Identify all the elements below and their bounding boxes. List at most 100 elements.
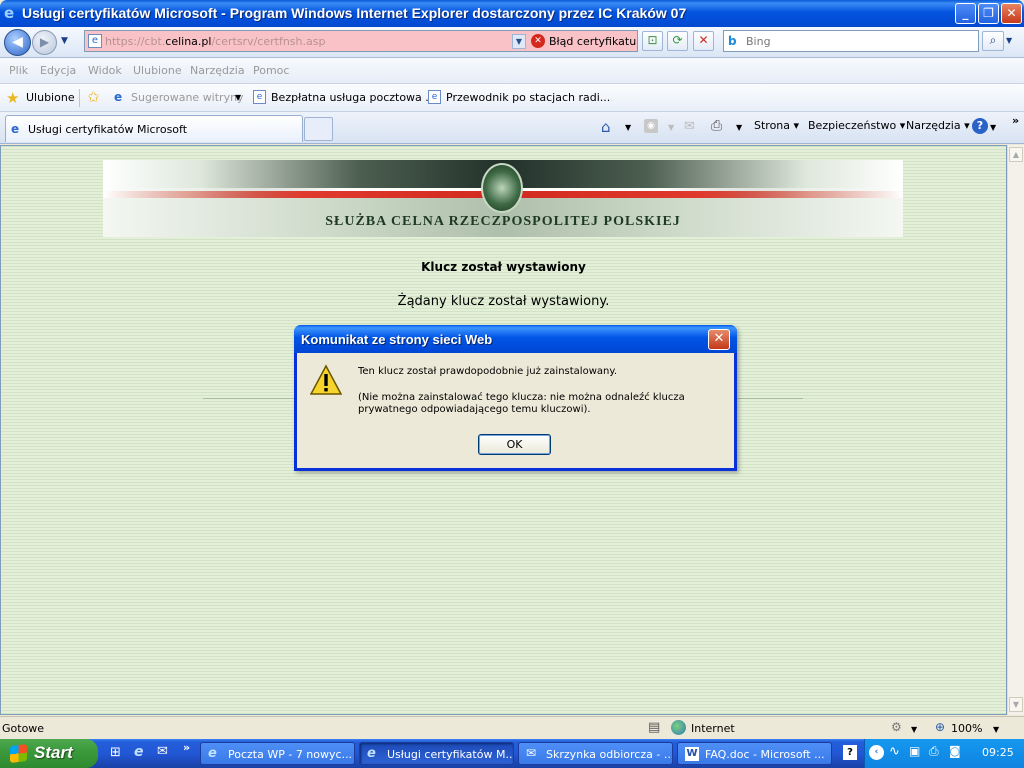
quick-launch-overflow-icon[interactable]: » — [183, 741, 190, 754]
dialog-message-line2: (Nie można zainstalować tego klucza: nie… — [358, 392, 685, 415]
taskbar-item-certificate-services[interactable]: e Usługi certyfikatów M... — [359, 742, 514, 765]
print-dropdown-icon[interactable]: ▼ — [736, 123, 742, 132]
page-icon: e — [253, 90, 266, 104]
tab-label: Usługi certyfikatów Microsoft — [28, 123, 188, 136]
window-title: Usługi certyfikatów Microsoft - Program … — [22, 5, 687, 21]
status-text: Gotowe — [2, 722, 45, 735]
quick-launch-outlook-icon[interactable]: ✉ — [157, 744, 168, 759]
quick-launch-ie-icon[interactable]: e — [134, 744, 144, 760]
forward-button[interactable]: ▶ — [32, 30, 57, 55]
dialog-close-button[interactable]: ✕ — [708, 329, 730, 350]
protected-mode-dropdown-icon[interactable]: ▼ — [911, 725, 917, 734]
feeds-icon[interactable]: ◉ — [644, 119, 658, 133]
recent-pages-dropdown-icon[interactable]: ▼ — [61, 36, 68, 46]
help-tray-icon[interactable]: ? — [843, 745, 857, 760]
help-icon[interactable]: ? — [972, 118, 988, 134]
zoom-level[interactable]: 100% — [951, 722, 982, 735]
address-url: https://cbt.celina.pl/certsrv/certfnsh.a… — [105, 35, 326, 48]
error-shield-icon: ✕ — [531, 34, 545, 48]
taskbar-item-mail[interactable]: e Poczta WP - 7 nowyc... — [200, 742, 355, 765]
ie-icon: e — [367, 746, 376, 761]
start-button[interactable]: Start — [0, 739, 98, 768]
taskbar-item-inbox[interactable]: ✉ Skrzynka odbiorcza - ... — [518, 742, 673, 765]
page-menu[interactable]: Strona ▾ — [754, 119, 799, 132]
help-dropdown-icon[interactable]: ▼ — [990, 123, 996, 132]
scroll-up-arrow[interactable]: ▲ — [1009, 147, 1023, 162]
monitor-tray-icon[interactable]: ◙ — [949, 744, 961, 758]
search-options-dropdown-icon[interactable]: ▼ — [1006, 36, 1012, 45]
ie-icon: e — [208, 746, 217, 761]
display-tray-icon[interactable]: ▣ — [909, 744, 920, 758]
favorites-item-radio[interactable]: Przewodnik po stacjach radi... — [446, 91, 610, 104]
start-label: Start — [34, 743, 73, 762]
dialog-message-line1: Ten klucz został prawdopodobnie już zain… — [358, 366, 618, 377]
banner-text: SŁUŻBA CELNA RZECZPOSPOLITEJ POLSKIEJ — [325, 214, 681, 229]
taskbar-item-label: Poczta WP - 7 nowyc... — [228, 748, 353, 761]
restore-button[interactable]: ❐ — [978, 3, 999, 24]
zoom-icon: ⊕ — [935, 720, 946, 734]
home-dropdown-icon[interactable]: ▼ — [625, 123, 631, 132]
back-button[interactable]: ◀ — [4, 29, 31, 56]
favorites-button-label[interactable]: Ulubione — [26, 91, 75, 104]
vertical-scrollbar[interactable]: ▲ ▼ — [1007, 145, 1024, 715]
tray-arrow-icon[interactable]: ‹ — [869, 745, 884, 760]
status-bar: Gotowe ▤ Internet ⚙ ▼ ⊕ 100% ▼ — [0, 716, 1024, 739]
taskbar: Start ⊞ e ✉ » e Poczta WP - 7 nowyc... e… — [0, 739, 1024, 768]
menu-file[interactable]: Plik — [9, 64, 28, 77]
read-mail-icon[interactable]: ✉ — [684, 119, 695, 134]
favorites-bar: ★ Ulubione ✩ e Sugerowane witryny ▼ e Be… — [0, 84, 1024, 112]
safety-menu[interactable]: Bezpieczeństwo ▾ — [808, 119, 905, 132]
protected-mode-icon[interactable]: ⚙ — [891, 720, 902, 734]
dialog-title: Komunikat ze strony sieci Web — [301, 332, 493, 347]
address-dropdown-icon[interactable]: ▼ — [512, 34, 526, 49]
separator — [79, 89, 80, 107]
close-button[interactable]: ✕ — [1001, 3, 1022, 24]
printer-tray-icon[interactable]: ⎙ — [929, 744, 939, 759]
favorites-item-mail[interactable]: Bezpłatna usługa pocztowa ... — [271, 91, 436, 104]
zoom-dropdown-icon[interactable]: ▼ — [993, 725, 999, 734]
certificate-error-button[interactable]: ✕ Błąd certyfikatu — [527, 30, 638, 52]
refresh-button[interactable]: ⟳ — [667, 31, 688, 51]
print-icon[interactable]: ⎙ — [711, 118, 722, 134]
menu-help[interactable]: Pomoc — [253, 64, 289, 77]
toolbar-overflow-icon[interactable]: » — [1012, 114, 1019, 127]
feeds-dropdown-icon: ▼ — [668, 123, 675, 132]
new-tab-button[interactable] — [304, 117, 333, 141]
scroll-down-arrow[interactable]: ▼ — [1009, 697, 1023, 712]
windows-logo-icon — [10, 744, 27, 763]
tools-menu[interactable]: Narzędzia ▾ — [906, 119, 970, 132]
favorites-star-icon: ★ — [6, 89, 20, 107]
window-title-bar[interactable]: e Usługi certyfikatów Microsoft - Progra… — [0, 0, 1024, 27]
stop-button[interactable]: ✕ — [693, 31, 714, 51]
minimize-button[interactable]: _ — [955, 3, 976, 24]
home-icon[interactable]: ⌂ — [601, 118, 611, 136]
menu-view[interactable]: Widok — [88, 64, 122, 77]
suggested-sites-dropdown-icon[interactable]: ▼ — [235, 93, 241, 102]
search-box[interactable]: b Bing — [723, 30, 979, 52]
tab-certificate-services[interactable]: e Usługi certyfikatów Microsoft — [5, 115, 303, 142]
compatibility-view-button[interactable]: ⊡ — [642, 31, 663, 51]
page-icon: e — [428, 90, 441, 104]
dialog-title-bar[interactable]: Komunikat ze strony sieci Web ✕ — [294, 325, 737, 353]
ok-button[interactable]: OK — [478, 434, 551, 455]
menu-tools[interactable]: Narzędzia — [190, 64, 245, 77]
clock[interactable]: 09:25 — [982, 746, 1014, 759]
ie-icon: e — [11, 122, 20, 136]
network-tray-icon[interactable]: ∿ — [889, 744, 900, 759]
word-icon: W — [685, 747, 699, 761]
add-to-favorites-icon[interactable]: ✩ — [87, 88, 100, 106]
warning-icon — [310, 364, 342, 395]
menu-edit[interactable]: Edycja — [40, 64, 76, 77]
page-heading: Klucz został wystawiony — [421, 260, 586, 274]
ie-icon: e — [4, 4, 15, 22]
address-bar[interactable]: e https://cbt.celina.pl/certsrv/certfnsh… — [84, 30, 528, 52]
search-icon[interactable]: ⌕ — [982, 31, 1004, 51]
menu-favorites[interactable]: Ulubione — [133, 64, 182, 77]
favorites-item-suggested-sites[interactable]: Sugerowane witryny — [131, 91, 244, 104]
page-icon: e — [88, 34, 102, 48]
taskbar-item-word-doc[interactable]: W FAQ.doc - Microsoft ... — [677, 742, 832, 765]
taskbar-item-label: Skrzynka odbiorcza - ... — [546, 748, 673, 761]
show-desktop-icon[interactable]: ⊞ — [110, 745, 121, 760]
security-zone[interactable]: Internet — [691, 722, 735, 735]
search-placeholder: Bing — [746, 35, 771, 48]
